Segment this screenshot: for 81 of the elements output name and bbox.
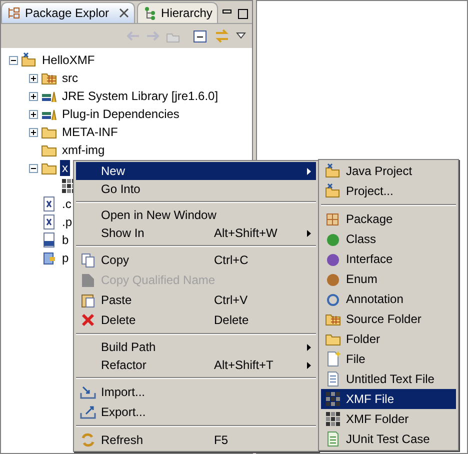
puzzle-file-icon [41,250,57,266]
menu-item[interactable]: Untitled Text File [321,369,456,389]
tab-label: Package Explor [25,5,110,22]
menu-item[interactable]: Java Project [321,161,456,181]
x-file-icon [41,214,57,230]
expand-toggle[interactable] [29,110,38,118]
menu-item[interactable]: Interface [321,249,456,269]
annotation-icon [325,291,341,307]
export-icon [80,404,96,420]
menu-item[interactable]: Project... [321,181,456,201]
package-tree-icon [7,6,21,20]
menu-item[interactable]: Open in New Window [76,206,316,224]
project-folder-icon [325,163,341,179]
grid-icon [325,411,341,427]
menu-item[interactable]: Source Folder [321,309,456,329]
tree-item[interactable]: HelloXMF [40,52,97,68]
tree-item[interactable]: JRE System Library [jre1.6.0] [60,88,220,104]
menu-item[interactable]: Enum [321,269,456,289]
expand-toggle[interactable] [29,164,38,172]
tree-item[interactable]: Plug-in Dependencies [60,106,182,122]
submenu-arrow-icon [307,168,311,174]
menu-item[interactable]: Folder [321,329,456,349]
binary-file-icon [41,232,57,248]
menu-item[interactable]: XMF Folder [321,409,456,429]
menu-item[interactable]: File [321,349,456,369]
delete-icon [80,312,96,328]
refresh-icon [80,432,96,448]
menu-item[interactable]: Copy Ctrl+C [76,250,316,270]
tree-item[interactable]: META-INF [60,124,120,140]
submenu-arrow-icon [307,344,311,350]
menu-item[interactable]: New [76,162,316,180]
paste-icon [80,292,96,308]
close-icon[interactable] [119,8,130,18]
interface-icon [325,251,341,267]
menu-item[interactable]: Class [321,229,456,249]
menu-item[interactable]: Refactor Alt+Shift+T [76,356,316,374]
expand-toggle[interactable] [29,74,38,82]
tree-item[interactable]: b [60,232,71,248]
class-icon [325,231,341,247]
tree-item[interactable]: .p [60,214,74,230]
hierarchy-icon [143,6,158,20]
tree-item[interactable]: x [60,160,70,176]
menu-item[interactable]: Go Into [76,180,316,198]
tab-label: Hierarchy [161,5,212,22]
expand-toggle[interactable] [29,128,38,136]
menu-item[interactable]: Show In Alt+Shift+W [76,224,316,242]
expand-toggle[interactable] [29,92,38,100]
maximize-icon[interactable] [238,9,248,19]
copy-icon [80,272,96,288]
view-tab[interactable]: Hierarchy [137,2,218,23]
menu-item[interactable]: Export... [76,402,316,422]
view-tab[interactable]: Package Explor [1,2,136,23]
project-icon [325,183,341,199]
copy-icon [80,252,96,268]
test-file-icon [325,431,341,447]
file-icon [325,351,341,367]
submenu-arrow-icon [307,362,311,368]
menu-item[interactable]: Refresh F5 [76,430,316,450]
collapse-all-icon[interactable] [192,29,208,43]
import-icon [80,384,96,400]
expand-toggle[interactable] [9,56,18,64]
text-file-icon [325,371,341,387]
grid-icon [325,391,341,407]
tree-item[interactable]: xmf-img [60,142,107,158]
submenu-arrow-icon [307,230,311,236]
menu-item[interactable]: Package [321,209,456,229]
x-file-icon [41,196,57,212]
view-menu-icon[interactable] [236,32,246,40]
package-icon [325,211,341,227]
project-icon [21,52,37,68]
tree-item[interactable]: .c [60,196,74,212]
menu-item[interactable]: XMF File [321,389,456,409]
menu-item[interactable]: Annotation [321,289,456,309]
menu-item[interactable]: Paste Ctrl+V [76,290,316,310]
menu-item[interactable]: Delete Delete [76,310,316,330]
tree-item[interactable]: p [60,250,71,266]
menu-item[interactable]: JUnit Test Case [321,429,456,449]
tree-item[interactable]: src [60,70,80,86]
menu-item[interactable]: Build Path [76,338,316,356]
menu-item[interactable]: Import... [76,382,316,402]
enum-icon [325,271,341,287]
